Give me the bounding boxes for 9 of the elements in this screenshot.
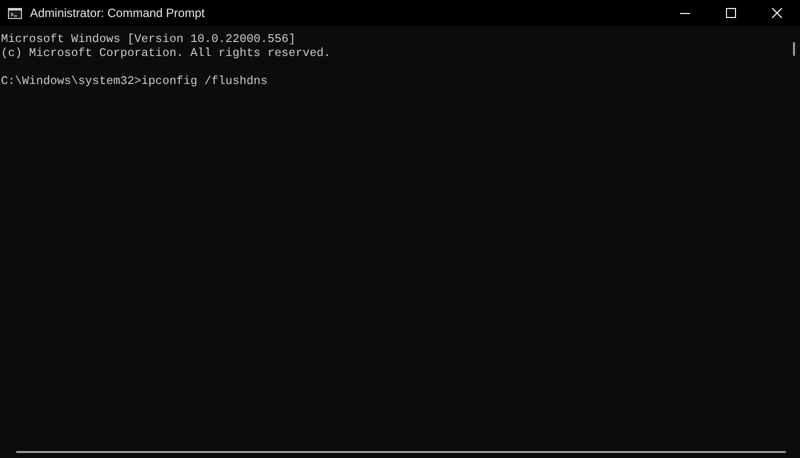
window-title: Administrator: Command Prompt [30, 5, 206, 22]
horizontal-scrollbar[interactable] [16, 451, 786, 453]
command-line: C:\Windows\system32>ipconfig /flushdns [1, 74, 268, 88]
console-output-line: Microsoft Windows [Version 10.0.22000.556] [1, 32, 296, 46]
vertical-scrollbar[interactable] [793, 42, 795, 56]
console-app-icon [8, 8, 22, 18]
console-output-line: (c) Microsoft Corporation. All rights reserved. [1, 46, 331, 60]
maximize-icon [726, 8, 736, 18]
close-icon [772, 8, 782, 18]
